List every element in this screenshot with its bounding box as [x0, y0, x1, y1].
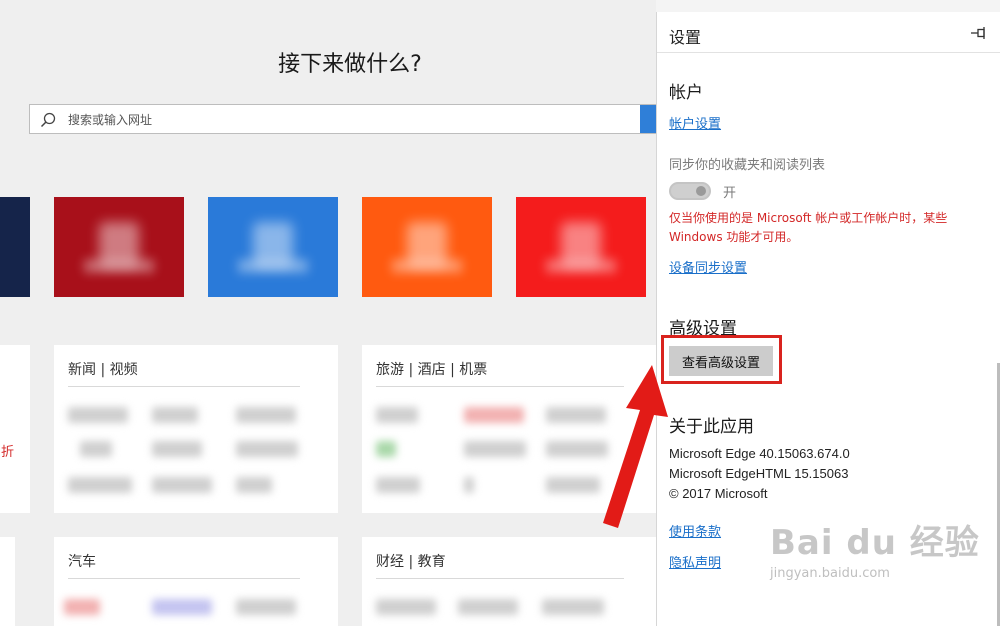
header-divider [657, 52, 1000, 53]
card-title: 新闻 | 视频 [68, 362, 138, 378]
new-tab-page: 接下来做什么? 折 新闻 | 视频 旅游 | 酒店 | 机票 [0, 0, 656, 626]
card-title: 旅游 | 酒店 | 机票 [376, 362, 488, 378]
sync-label: 同步你的收藏夹和阅读列表 [669, 158, 826, 173]
account-warning-text: 仅当你使用的是 Microsoft 帐户或工作帐户时，某些 Windows 功能… [669, 211, 948, 244]
search-go-button[interactable] [640, 105, 656, 133]
account-heading: 帐户 [669, 83, 703, 103]
sync-toggle-state: 开 [723, 186, 737, 201]
auto-card[interactable]: 汽车 [54, 537, 338, 626]
search-icon [40, 112, 56, 128]
card-divider [376, 386, 624, 387]
card-edge-text: 折 [0, 445, 14, 460]
copyright: © 2017 Microsoft [669, 486, 768, 501]
toggle-knob [696, 186, 706, 196]
news-card-partial[interactable]: 折 [0, 345, 30, 513]
search-input[interactable] [66, 110, 630, 130]
annotation-arrow-icon [603, 365, 668, 528]
top-site-tile[interactable] [362, 197, 492, 297]
card-divider [376, 578, 624, 579]
about-info: Microsoft Edge 40.15063.674.0 Microsoft … [669, 444, 850, 504]
top-site-tile[interactable] [516, 197, 646, 297]
search-box[interactable] [29, 104, 656, 134]
watermark-url: jingyan.baidu.com [770, 566, 890, 581]
top-site-tile[interactable] [0, 197, 30, 297]
top-site-tile[interactable] [208, 197, 338, 297]
settings-title: 设置 [669, 28, 702, 47]
edgehtml-version: Microsoft EdgeHTML 15.15063 [669, 466, 849, 481]
pin-icon[interactable] [970, 26, 988, 40]
window-top-strip [656, 0, 1000, 12]
card-title: 财经 | 教育 [376, 554, 446, 570]
card-divider [68, 386, 300, 387]
privacy-link[interactable]: 隐私声明 [669, 552, 721, 571]
account-settings-link[interactable]: 帐户设置 [669, 113, 721, 132]
watermark-brand: Bai du 经验 [770, 523, 980, 563]
view-advanced-settings-button[interactable]: 查看高级设置 [669, 346, 773, 376]
news-card[interactable]: 新闻 | 视频 [54, 345, 338, 513]
card-divider [68, 578, 300, 579]
finance-card[interactable]: 财经 | 教育 [362, 537, 656, 626]
sync-toggle[interactable] [669, 182, 711, 200]
baidu-watermark: Bai du 经验 jingyan.baidu.com [770, 515, 980, 581]
top-site-tile[interactable] [54, 197, 184, 297]
edge-version: Microsoft Edge 40.15063.674.0 [669, 446, 850, 461]
card-title: 汽车 [68, 554, 96, 570]
device-sync-settings-link[interactable]: 设备同步设置 [669, 257, 747, 276]
page-headline: 接下来做什么? [278, 52, 422, 77]
about-heading: 关于此应用 [669, 417, 754, 437]
terms-link[interactable]: 使用条款 [669, 521, 721, 540]
news-card-partial[interactable] [0, 537, 15, 626]
